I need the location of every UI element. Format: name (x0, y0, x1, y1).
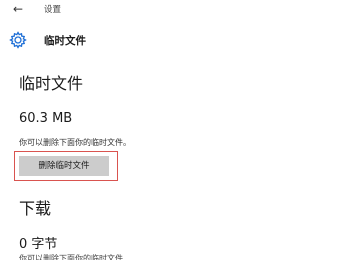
downloads-heading: 下载 (19, 199, 52, 218)
back-button[interactable]: ← (9, 1, 27, 17)
temp-files-description: 你可以删除下面你的临时文件。 (19, 138, 131, 147)
window-title: 设置 (44, 5, 62, 15)
gear-icon (8, 30, 28, 50)
page-header: 临时文件 (0, 26, 353, 54)
temp-files-heading: 临时文件 (19, 74, 84, 93)
downloads-size: 0 字节 (19, 237, 58, 252)
downloads-description: 你可以删除下面你的临时文件 (19, 254, 123, 260)
page-title: 临时文件 (44, 35, 86, 47)
title-bar: ← 设置 (0, 0, 353, 20)
temp-files-size: 60.3 MB (19, 111, 73, 126)
delete-temp-files-button[interactable]: 删除临时文件 (19, 156, 109, 176)
